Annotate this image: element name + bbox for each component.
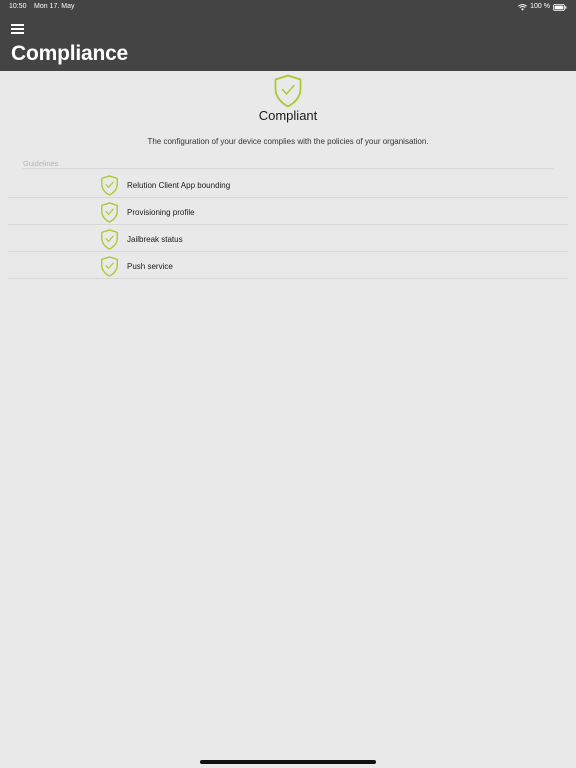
shield-check-icon <box>100 256 119 277</box>
list-item[interactable]: Push service <box>0 252 576 279</box>
list-item-label: Jailbreak status <box>127 235 183 244</box>
shield-check-icon <box>100 202 119 223</box>
shield-check-icon <box>273 74 303 108</box>
battery-icon <box>553 3 567 11</box>
list-item[interactable]: Relution Client App bounding <box>0 171 576 198</box>
status-time: 10:50 <box>9 3 27 10</box>
list-item-label: Relution Client App bounding <box>127 181 231 190</box>
shield-check-icon <box>100 229 119 250</box>
list-item-label: Provisioning profile <box>127 208 195 217</box>
battery-percent: 100 % <box>530 3 550 10</box>
status-bar: 10:50 Mon 17. May 100 % <box>0 0 576 14</box>
status-date: Mon 17. May <box>34 3 75 10</box>
section-divider <box>23 168 553 169</box>
section-label-guidelines: Guidelines <box>23 159 59 168</box>
list-item-label: Push service <box>127 262 173 271</box>
compliance-description: The configuration of your device complie… <box>147 137 429 146</box>
row-divider <box>8 278 568 279</box>
hamburger-menu-icon[interactable] <box>11 22 27 34</box>
status-right: 100 % <box>518 0 567 14</box>
home-indicator[interactable] <box>200 760 376 764</box>
page-title: Compliance <box>11 42 129 65</box>
guidelines-list: Relution Client App bounding Provisionin… <box>0 171 576 279</box>
compliance-status: Compliant <box>258 108 318 123</box>
wifi-icon <box>518 3 528 11</box>
list-item[interactable]: Provisioning profile <box>0 198 576 225</box>
shield-check-icon <box>100 175 119 196</box>
list-item[interactable]: Jailbreak status <box>0 225 576 252</box>
navigation-bar: Compliance <box>0 14 576 71</box>
